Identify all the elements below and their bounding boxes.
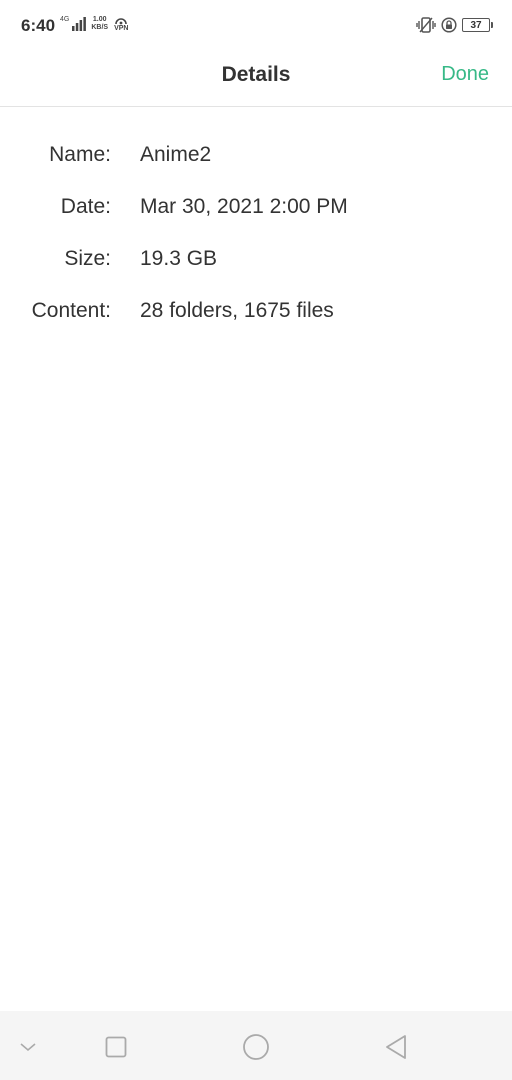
net-speed: 1.00 KB/S (91, 16, 108, 32)
rotation-lock-icon (441, 17, 457, 33)
detail-value: 19.3 GB (140, 247, 218, 270)
chevron-down-icon (20, 1043, 36, 1052)
status-left-icons: 4G 1.00 KB/S VPN (60, 16, 128, 32)
detail-label: Content: (31, 299, 111, 322)
nav-home-button[interactable] (240, 1031, 272, 1063)
nav-hide-button[interactable] (12, 1031, 44, 1063)
detail-row-name: Name: Anime2 (0, 143, 512, 195)
details-list: Name: Anime2 Date: Mar 30, 2021 2:00 PM … (0, 143, 512, 351)
detail-row-date: Date: Mar 30, 2021 2:00 PM (0, 195, 512, 247)
detail-row-size: Size: 19.3 GB (0, 247, 512, 299)
detail-label: Size: (64, 247, 111, 270)
status-bar: 6:40 4G 1.00 KB/S VPN 37 (0, 0, 512, 52)
vpn-icon: VPN (114, 17, 128, 32)
net-speed-value: 1.00 (92, 16, 107, 23)
triangle-back-icon (386, 1035, 406, 1059)
vpn-key-icon (115, 17, 128, 24)
circle-icon (243, 1034, 269, 1060)
battery-icon: 37 (462, 18, 493, 32)
detail-row-content: Content: 28 folders, 1675 files (0, 299, 512, 351)
navigation-bar (0, 1011, 512, 1080)
done-button[interactable]: Done (441, 63, 489, 86)
detail-label: Name: (49, 143, 111, 166)
signal-icon (72, 17, 87, 31)
network-type-label: 4G (60, 15, 70, 23)
vpn-label: VPN (114, 24, 129, 32)
status-time: 6:40 (21, 16, 56, 35)
detail-value: Mar 30, 2021 2:00 PM (140, 195, 348, 218)
vibrate-mode-icon (416, 17, 436, 33)
nav-recents-button[interactable] (100, 1031, 132, 1063)
header: Details Done (0, 52, 512, 107)
battery-level: 37 (470, 19, 482, 31)
net-speed-unit: KB/S (91, 24, 109, 31)
detail-value: Anime2 (140, 143, 212, 166)
detail-label: Date: (60, 195, 111, 218)
status-right-icons: 37 (416, 17, 493, 33)
page-title: Details (221, 63, 291, 86)
square-icon (105, 1036, 127, 1058)
nav-back-button[interactable] (380, 1031, 412, 1063)
detail-value: 28 folders, 1675 files (140, 299, 334, 322)
